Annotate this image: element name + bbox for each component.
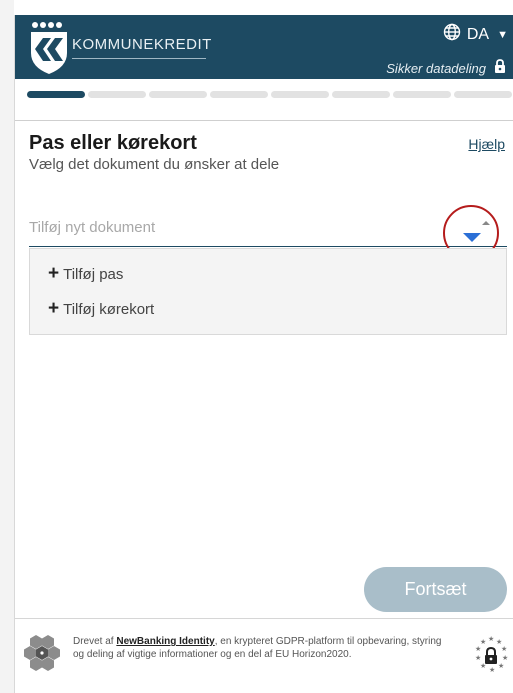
page-subtitle: Vælg det dokument du ønsker at dele: [29, 156, 280, 173]
header: KOMMUNEKREDIT DA ▼ Sikker datadeling: [15, 15, 513, 79]
footer-text: Drevet af NewBanking Identity, en krypte…: [73, 635, 453, 661]
app-frame: KOMMUNEKREDIT DA ▼ Sikker datadeling Pas…: [14, 15, 513, 693]
progress-segment: [88, 91, 146, 98]
document-input[interactable]: [29, 211, 449, 243]
footer: Drevet af NewBanking Identity, en krypte…: [15, 618, 513, 693]
svg-text:★: ★: [488, 635, 494, 643]
option-label: Tilføj pas: [63, 265, 124, 283]
progress-segment: [454, 91, 512, 98]
help-link[interactable]: Hjælp: [468, 136, 505, 152]
brand-name: KOMMUNEKREDIT: [72, 36, 212, 53]
newbanking-link[interactable]: NewBanking Identity: [116, 636, 214, 647]
secure-label: Sikker datadeling: [386, 60, 486, 76]
document-input-wrapper: [29, 211, 507, 247]
document-dropdown: + Tilføj pas + Tilføj kørekort: [29, 248, 507, 335]
svg-text:★: ★: [475, 654, 481, 662]
svg-text:★: ★: [502, 654, 508, 662]
newbanking-logo: [23, 631, 61, 683]
progress-segment: [393, 91, 451, 98]
secure-sharing: Sikker datadeling: [386, 59, 506, 77]
svg-text:★: ★: [498, 662, 504, 670]
plus-icon: +: [48, 298, 60, 319]
globe-icon: [443, 23, 461, 46]
svg-text:★: ★: [489, 666, 495, 674]
progress-segment: [332, 91, 390, 98]
progress-segment: [271, 91, 329, 98]
plus-icon: +: [48, 263, 60, 284]
language-code: DA: [466, 25, 490, 43]
kommunekredit-logo: [29, 21, 73, 75]
svg-text:★: ★: [480, 638, 486, 646]
caret-down-icon: ▼: [497, 28, 508, 41]
page-title: Pas eller kørekort: [29, 132, 197, 154]
progress-bar: [27, 91, 512, 98]
svg-text:★: ★: [501, 645, 507, 653]
option-label: Tilføj kørekort: [63, 300, 155, 318]
brand-underline: [72, 58, 206, 59]
left-gutter: [0, 0, 14, 693]
progress-segment: [149, 91, 207, 98]
progress-area: [15, 79, 513, 121]
add-license-option[interactable]: + Tilføj kørekort: [48, 298, 154, 320]
svg-text:★: ★: [475, 645, 481, 653]
eu-lock-icon: ★ ★ ★ ★ ★ ★ ★ ★ ★ ★: [471, 634, 511, 678]
footer-prefix: Drevet af: [73, 636, 117, 647]
progress-segment: [27, 91, 85, 98]
add-passport-option[interactable]: + Tilføj pas: [48, 263, 123, 285]
continue-button[interactable]: Fortsæt: [364, 567, 507, 612]
progress-segment: [210, 91, 268, 98]
language-selector[interactable]: DA ▼: [443, 23, 508, 46]
lock-icon: [494, 59, 506, 77]
